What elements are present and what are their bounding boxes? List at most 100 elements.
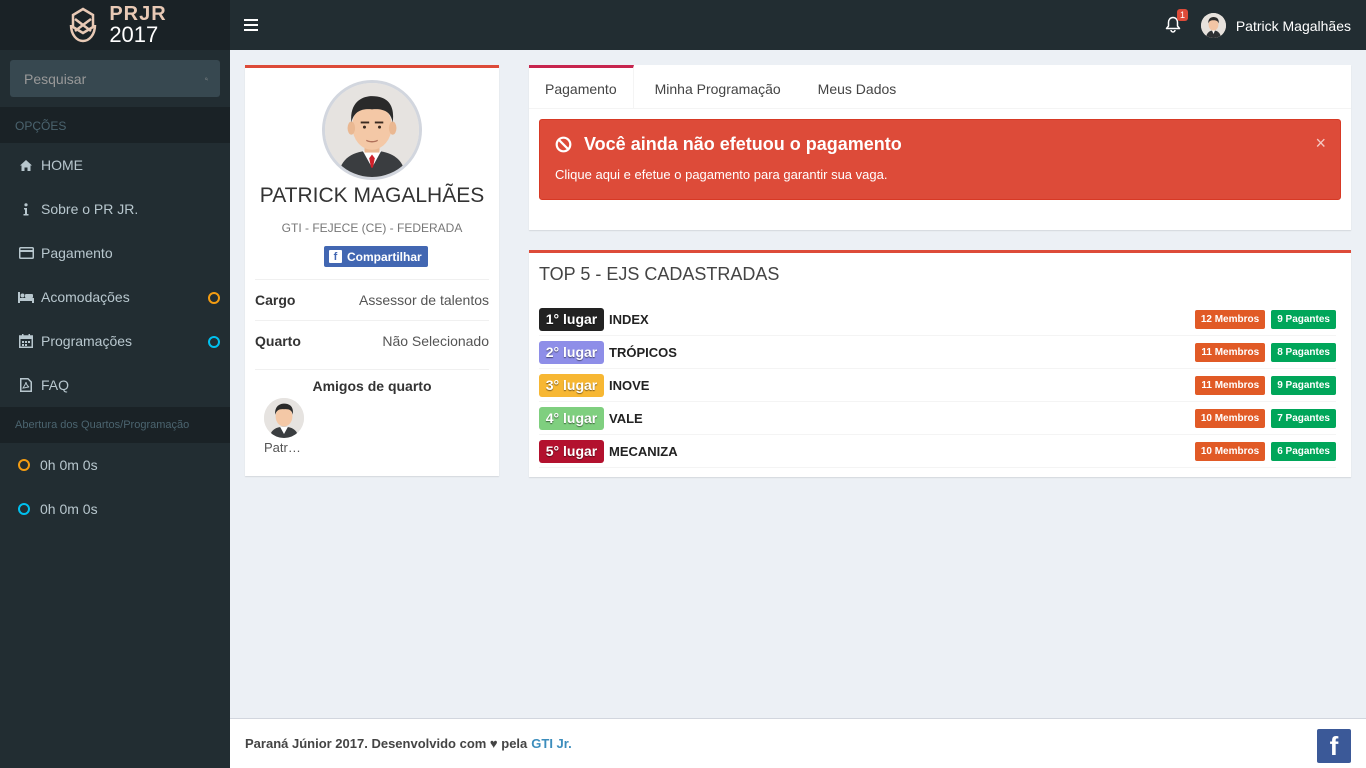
notifications-bell-icon[interactable]: 1	[1165, 9, 1189, 34]
ej-name: INOVE	[609, 377, 650, 393]
members-badge: 11 Membros	[1195, 342, 1266, 362]
place-badge: 5° lugar	[539, 439, 604, 463]
tab-my-data[interactable]: Meus Dados	[802, 65, 913, 109]
profile-row-key: Cargo	[255, 292, 296, 308]
payers-badge: 9 Pagantes	[1271, 309, 1336, 329]
timer-value: 0h 0m 0s	[40, 501, 98, 517]
facebook-icon[interactable]: f	[1317, 729, 1351, 763]
user-menu[interactable]: Patrick Magalhães	[1200, 13, 1351, 38]
footer-link[interactable]: GTI Jr.	[531, 736, 571, 751]
sidebar-item-payment[interactable]: Pagamento	[0, 231, 230, 275]
profile-row-key: Quarto	[255, 333, 301, 349]
roommate-name: Patr…	[264, 440, 301, 455]
menu-toggle-icon[interactable]	[244, 19, 258, 31]
ranking-row: 3° lugar INOVE 11 Membros 9 Pagantes	[539, 369, 1336, 402]
ej-name: INDEX	[609, 311, 649, 327]
place-badge: 2° lugar	[539, 340, 604, 364]
payers-badge: 7 Pagantes	[1271, 408, 1336, 428]
facebook-icon: f	[329, 250, 342, 263]
tab-my-schedule[interactable]: Minha Programação	[639, 65, 797, 109]
sidebar-timer-accommodations[interactable]: 0h 0m 0s	[0, 443, 230, 487]
bed-icon	[18, 289, 34, 305]
roommate-item[interactable]: Patr…	[264, 398, 304, 455]
members-badge: 12 Membros	[1194, 309, 1266, 329]
profile-row-room: Quarto Não Selecionado	[255, 320, 489, 361]
avatar	[1200, 13, 1226, 38]
tabs: Pagamento Minha Programação Meus Dados	[529, 65, 1351, 109]
sidebar: PRJR 2017 OPÇÕES HOME Sobre o PR JR. Pag…	[0, 0, 230, 768]
footer: Paraná Júnior 2017. Desenvolvido com ♥ p…	[230, 718, 1366, 768]
sidebar-item-label: Sobre o PR JR.	[41, 201, 139, 217]
avatar	[264, 398, 304, 438]
profile-avatar	[322, 80, 422, 180]
payment-alert[interactable]: Você ainda não efetuou o pagamento Cliqu…	[539, 119, 1341, 200]
ej-name: MECANIZA	[609, 443, 678, 459]
close-icon[interactable]: ×	[1315, 133, 1326, 154]
notifications-count-badge: 1	[1177, 9, 1189, 21]
sidebar-item-label: FAQ	[41, 377, 70, 393]
menu-header-opening: Abertura dos Quartos/Programação	[0, 407, 230, 443]
payers-badge: 6 Pagantes	[1271, 441, 1336, 461]
place-badge: 1° lugar	[539, 307, 604, 331]
logo-line1: PRJR	[109, 3, 167, 25]
status-indicator-icon	[208, 336, 220, 348]
sidebar-item-home[interactable]: HOME	[0, 143, 230, 187]
ranking-row: 2° lugar TRÓPICOS 11 Membros 8 Pagantes	[539, 336, 1336, 369]
profile-name: PATRICK MAGALHÃES	[259, 184, 485, 207]
credit-card-icon	[18, 245, 34, 261]
members-badge: 10 Membros	[1194, 441, 1266, 461]
calendar-icon	[18, 333, 34, 349]
timer-value: 0h 0m 0s	[40, 457, 98, 473]
search-input[interactable]	[24, 70, 205, 87]
profile-row-value: Não Selecionado	[382, 333, 489, 349]
members-badge: 11 Membros	[1195, 375, 1266, 395]
info-icon	[18, 201, 34, 217]
place-badge: 3° lugar	[539, 373, 604, 397]
top5-ranking: TOP 5 - EJS CADASTRADAS 1° lugar INDEX 1…	[529, 250, 1351, 477]
place-badge: 4° lugar	[539, 406, 604, 430]
sidebar-search	[0, 50, 230, 107]
circle-icon	[18, 503, 30, 515]
menu-header-options: OPÇÕES	[0, 107, 230, 143]
ranking-row: 5° lugar MECANIZA 10 Membros 6 Pagantes	[539, 435, 1336, 468]
profile-row-value: Assessor de talentos	[359, 292, 489, 308]
logo-line2: 2017	[109, 22, 159, 47]
share-label: Compartilhar	[347, 249, 422, 264]
payers-badge: 8 Pagantes	[1271, 342, 1336, 362]
facebook-share-button[interactable]: f Compartilhar	[324, 246, 428, 267]
members-badge: 10 Membros	[1194, 408, 1266, 428]
roommates-title: Amigos de quarto	[255, 369, 489, 394]
sidebar-item-about[interactable]: Sobre o PR JR.	[0, 187, 230, 231]
profile-row-role: Cargo Assessor de talentos	[255, 279, 489, 320]
alert-title: Você ainda não efetuou o pagamento	[584, 134, 902, 154]
profile-card: PATRICK MAGALHÃES GTI - FEJECE (CE) - FE…	[245, 65, 499, 476]
search-icon[interactable]	[205, 71, 208, 87]
payers-badge: 9 Pagantes	[1271, 375, 1336, 395]
ranking-row: 4° lugar VALE 10 Membros 7 Pagantes	[539, 402, 1336, 435]
status-indicator-icon	[208, 292, 220, 304]
sidebar-item-programs[interactable]: Programações	[0, 319, 230, 363]
tabs-panel: Pagamento Minha Programação Meus Dados V…	[529, 65, 1351, 230]
profile-subtitle: GTI - FEJECE (CE) - FEDERADA	[281, 221, 463, 235]
tab-payment[interactable]: Pagamento	[529, 65, 634, 109]
top5-title: TOP 5 - EJS CADASTRADAS	[539, 264, 780, 284]
logo-emblem-icon	[70, 7, 97, 43]
sidebar-timer-programs[interactable]: 0h 0m 0s	[0, 487, 230, 531]
alert-message[interactable]: Clique aqui e efetue o pagamento para ga…	[555, 167, 1325, 182]
sidebar-item-faq[interactable]: FAQ	[0, 363, 230, 407]
ranking-row: 1° lugar INDEX 12 Membros 9 Pagantes	[539, 303, 1336, 336]
logo[interactable]: PRJR 2017	[63, 4, 166, 46]
ej-name: VALE	[609, 410, 643, 426]
ej-name: TRÓPICOS	[609, 344, 677, 360]
user-name: Patrick Magalhães	[1235, 17, 1351, 34]
ban-icon	[555, 136, 572, 153]
sidebar-item-label: Pagamento	[41, 245, 113, 261]
top-navbar: 1 Patrick Magalhães	[230, 0, 1366, 50]
sidebar-item-label: Programações	[41, 333, 133, 349]
circle-icon	[18, 459, 30, 471]
sidebar-item-label: Acomodações	[41, 289, 130, 305]
sidebar-item-accommodations[interactable]: Acomodações	[0, 275, 230, 319]
home-icon	[18, 157, 34, 173]
logo-bar: PRJR 2017	[0, 0, 230, 50]
pdf-file-icon	[18, 377, 34, 393]
